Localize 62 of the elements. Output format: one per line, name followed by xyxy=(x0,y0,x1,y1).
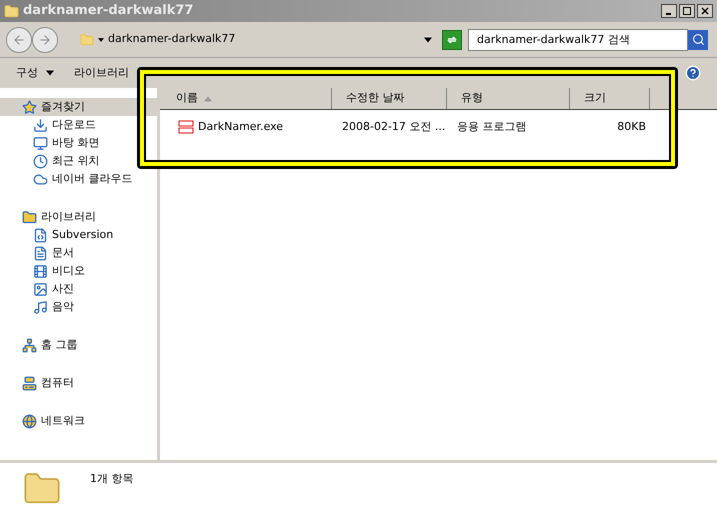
computer-icon xyxy=(22,376,37,390)
search-button[interactable] xyxy=(688,30,708,50)
maximize-button[interactable] xyxy=(679,4,695,18)
forward-button[interactable] xyxy=(32,26,58,52)
folder-icon xyxy=(4,4,19,18)
sidebar-item[interactable]: 음악 xyxy=(0,298,157,316)
download-icon xyxy=(33,118,48,132)
sidebar-item[interactable]: 최근 위치 xyxy=(0,152,157,170)
table-cell-text: 응용 프로그램 xyxy=(457,118,526,135)
help-icon[interactable] xyxy=(685,65,701,81)
monitor-icon xyxy=(33,136,48,150)
sidebar-item[interactable]: 사진 xyxy=(0,280,157,298)
column-header[interactable]: 크기 xyxy=(570,88,650,109)
close-button[interactable] xyxy=(697,4,713,18)
application-icon xyxy=(178,120,194,134)
refresh-icon xyxy=(446,34,458,46)
maximize-icon xyxy=(683,7,691,15)
sidebar-item[interactable]: Subversion xyxy=(0,226,157,244)
sidebar-item[interactable]: 바탕 화면 xyxy=(0,134,157,152)
sidebar-item[interactable]: 홈 그룹 xyxy=(0,336,157,354)
back-button[interactable] xyxy=(6,26,32,52)
back-icon xyxy=(12,32,26,46)
caret-icon xyxy=(46,70,54,76)
caret-icon xyxy=(204,96,212,102)
table-cell-text: 80KB xyxy=(617,118,646,135)
refresh-button[interactable] xyxy=(442,30,462,50)
sidebar-item[interactable]: 다운로드 xyxy=(0,116,157,134)
film-icon xyxy=(33,264,48,278)
star-icon xyxy=(22,100,37,114)
item-count: 1개 항목 xyxy=(90,471,134,487)
search-field[interactable]: darknamer-darkwalk77 검색 xyxy=(468,28,688,50)
sidebar-item[interactable]: 컴퓨터 xyxy=(0,374,157,392)
document-icon xyxy=(33,228,48,242)
document-icon xyxy=(33,246,48,260)
toolbar-button[interactable]: 구성 xyxy=(16,64,54,82)
globe-icon xyxy=(22,414,37,428)
sidebar-item[interactable]: 네이버 클라우드 xyxy=(0,170,157,188)
sidebar-item[interactable]: 비디오 xyxy=(0,262,157,280)
image-icon xyxy=(33,282,48,296)
clock-icon xyxy=(33,154,48,168)
forward-icon xyxy=(38,32,52,46)
column-header[interactable]: 이름 xyxy=(162,88,332,109)
minimize-button[interactable] xyxy=(661,4,677,18)
column-header[interactable]: 수정한 날짜 xyxy=(332,88,447,109)
caret-icon xyxy=(98,38,104,42)
window-title: darknamer-darkwalk77 xyxy=(23,2,194,20)
sidebar-item[interactable]: 네트워크 xyxy=(0,412,157,430)
table-cell-text: DarkNamer.exe xyxy=(198,118,284,135)
network-icon xyxy=(22,338,37,352)
toolbar-button[interactable]: 라이브러리 xyxy=(74,64,129,82)
sidebar-item[interactable]: 즐겨찾기 xyxy=(0,98,157,116)
cloud-icon xyxy=(33,172,48,186)
search-icon xyxy=(692,33,704,46)
folder-icon xyxy=(80,32,94,46)
caret-icon xyxy=(424,36,432,42)
music-icon xyxy=(33,300,48,314)
column-header[interactable]: 유형 xyxy=(447,88,570,109)
folder-icon xyxy=(22,210,37,224)
sidebar-item[interactable]: 라이브러리 xyxy=(0,208,157,226)
close-icon xyxy=(701,7,709,15)
sidebar-item[interactable]: 문서 xyxy=(0,244,157,262)
table-cell-text: 2008-02-17 오전 ... xyxy=(342,118,446,135)
